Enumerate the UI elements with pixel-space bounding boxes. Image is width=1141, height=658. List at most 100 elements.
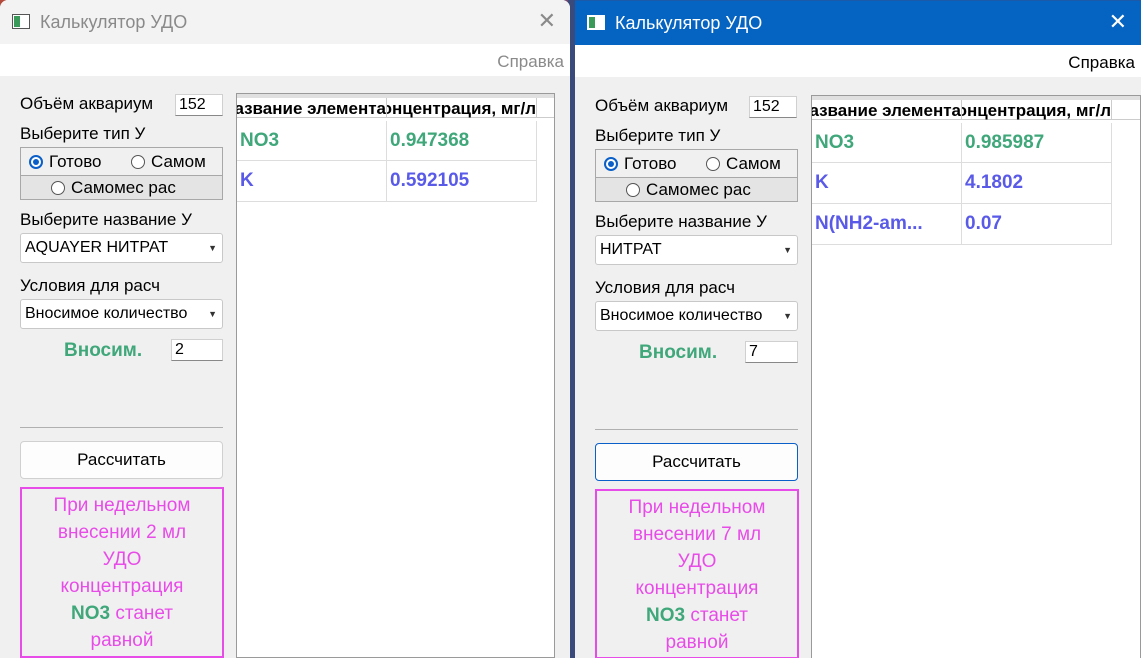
- title-bar[interactable]: Калькулятор УДО ✕: [0, 0, 570, 44]
- chevron-down-icon: ▼: [208, 243, 217, 253]
- separator: [595, 429, 798, 430]
- radio-self-label: Самом: [726, 154, 781, 173]
- app-icon: [587, 15, 605, 30]
- menu-bar: Справка: [0, 44, 570, 76]
- cell-element: NO3: [812, 123, 962, 163]
- radio-self[interactable]: Самом: [131, 151, 223, 173]
- result-line: УДО: [677, 551, 717, 572]
- chevron-down-icon: ▼: [208, 309, 217, 319]
- result-line: концентрация: [60, 576, 184, 597]
- radio-selfmix-label: Самомес рас: [646, 180, 751, 199]
- radio-unselected-icon: [131, 155, 145, 169]
- menu-help[interactable]: Справка: [497, 52, 564, 72]
- radio-unselected-icon: [706, 157, 720, 171]
- radio-selfmix[interactable]: Самомес рас: [51, 177, 221, 199]
- type-radio-group: Готово Самом Самомес рас: [20, 147, 223, 200]
- volume-input[interactable]: 152: [749, 96, 797, 118]
- cell-element: N(NH2-am...: [812, 204, 962, 245]
- column-header-element[interactable]: Название элемента: [237, 98, 387, 118]
- conditions-label: Условия для расч: [595, 278, 736, 297]
- radio-ready[interactable]: Готово: [604, 153, 690, 175]
- result-line-rest: станет: [110, 603, 174, 624]
- dose-label: Вносим.: [639, 342, 718, 363]
- result-line: При недельном: [53, 495, 191, 516]
- result-line: внесении 2 мл: [57, 522, 187, 543]
- calculator-window-right: Калькулятор УДО ✕ Справка Объём аквариум…: [575, 0, 1141, 658]
- name-combobox-value: AQUAYER НИТРАТ: [25, 239, 169, 256]
- main-content: Объём аквариум 152 Выберите тип У Готово…: [575, 77, 1141, 658]
- calculate-button[interactable]: Рассчитать: [595, 443, 798, 481]
- cell-element: K: [237, 161, 387, 202]
- radio-selfmix[interactable]: Самомес рас: [626, 179, 796, 201]
- conditions-combobox-value: Вносимое количество: [600, 307, 763, 324]
- radio-selfmix-label: Самомес рас: [71, 178, 176, 197]
- radio-self[interactable]: Самом: [706, 153, 794, 175]
- result-element: NO3: [70, 603, 111, 624]
- main-content: Объём аквариум 152 Выберите тип У Готово…: [0, 76, 570, 658]
- conditions-label: Условия для расч: [20, 276, 161, 295]
- type-label: Выберите тип У: [595, 126, 721, 145]
- conditions-combobox-value: Вносимое количество: [25, 305, 188, 322]
- cell-element: K: [812, 163, 962, 204]
- dose-input[interactable]: 7: [745, 341, 798, 363]
- window-title: Калькулятор УДО: [40, 12, 188, 32]
- conditions-combobox[interactable]: Вносимое количество ▼: [595, 301, 798, 331]
- close-button[interactable]: ✕: [538, 9, 556, 33]
- dose-input[interactable]: 2: [171, 339, 223, 361]
- menu-bar: Справка: [575, 45, 1141, 77]
- dose-label: Вносим.: [64, 340, 143, 361]
- radio-unselected-icon: [626, 183, 640, 197]
- radio-ready[interactable]: Готово: [29, 151, 115, 173]
- radio-unselected-icon: [51, 181, 65, 195]
- window-title: Калькулятор УДО: [615, 13, 763, 33]
- name-combobox[interactable]: НИТРАТ ▼: [595, 235, 798, 265]
- close-button[interactable]: ✕: [1109, 10, 1127, 34]
- result-message: При недельном внесении 7 мл УДО концентр…: [595, 489, 799, 658]
- radio-ready-label: Готово: [49, 152, 102, 171]
- cell-concentration: 0.985987: [962, 123, 1112, 163]
- radio-selected-icon: [29, 155, 43, 169]
- conditions-combobox[interactable]: Вносимое количество ▼: [20, 299, 223, 329]
- title-bar[interactable]: Калькулятор УДО ✕: [575, 1, 1141, 45]
- type-label: Выберите тип У: [20, 124, 146, 143]
- cell-concentration: 0.07: [962, 204, 1112, 245]
- menu-help[interactable]: Справка: [1068, 53, 1135, 73]
- cell-element: NO3: [237, 121, 387, 161]
- calculator-window-left: Калькулятор УДО ✕ Справка Объём аквариум…: [0, 0, 570, 658]
- column-header-concentration[interactable]: Концентрация, мг/л: [962, 100, 1112, 120]
- name-label: Выберите название У: [595, 212, 767, 231]
- table-header: Название элемента Концентрация, мг/л: [237, 94, 554, 118]
- result-message: При недельном внесении 2 мл УДО концентр…: [20, 487, 224, 658]
- volume-input[interactable]: 152: [175, 94, 223, 116]
- result-line-rest: станет: [685, 605, 749, 626]
- cell-concentration: 0.592105: [387, 161, 537, 202]
- cell-concentration: 0.947368: [387, 121, 537, 161]
- results-table: Название элемента Концентрация, мг/л NO3…: [811, 95, 1141, 658]
- name-combobox[interactable]: AQUAYER НИТРАТ ▼: [20, 233, 223, 263]
- column-header-concentration[interactable]: Концентрация, мг/л: [387, 98, 537, 118]
- result-line: равной: [665, 632, 729, 653]
- result-line: равной: [90, 630, 154, 651]
- separator: [20, 427, 223, 428]
- result-line: концентрация: [635, 578, 759, 599]
- radio-self-label: Самом: [151, 152, 206, 171]
- volume-label: Объём аквариум: [595, 96, 729, 115]
- result-line: NO3 станет: [597, 602, 797, 629]
- chevron-down-icon: ▼: [783, 245, 792, 255]
- table-header: Название элемента Концентрация, мг/л: [812, 96, 1140, 120]
- result-element: NO3: [645, 605, 686, 626]
- result-line: внесении 7 мл: [632, 524, 762, 545]
- results-table: Название элемента Концентрация, мг/л NO3…: [236, 93, 555, 658]
- name-label: Выберите название У: [20, 210, 192, 229]
- type-radio-group: Готово Самом Самомес рас: [595, 149, 798, 202]
- radio-ready-label: Готово: [624, 154, 677, 173]
- column-header-element[interactable]: Название элемента: [812, 100, 962, 120]
- name-combobox-value: НИТРАТ: [600, 241, 662, 258]
- app-icon: [12, 14, 30, 29]
- radio-selected-icon: [604, 157, 618, 171]
- calculate-button[interactable]: Рассчитать: [20, 441, 223, 479]
- result-line: УДО: [102, 549, 142, 570]
- volume-label: Объём аквариум: [20, 94, 154, 113]
- cell-concentration: 4.1802: [962, 163, 1112, 204]
- result-line: При недельном: [628, 497, 766, 518]
